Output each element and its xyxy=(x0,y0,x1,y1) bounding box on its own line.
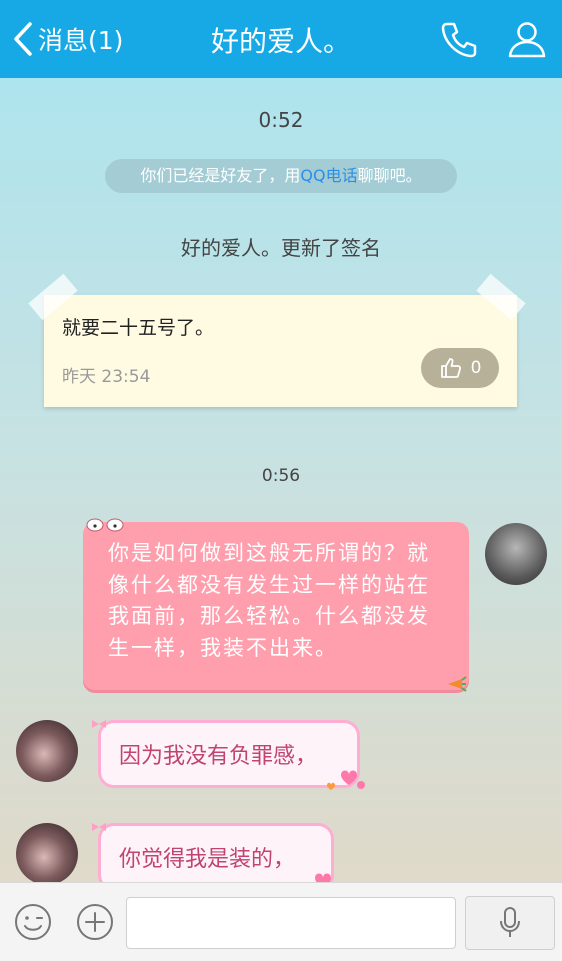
message-input[interactable] xyxy=(126,897,456,949)
hearts-icon xyxy=(327,770,365,790)
signature-time: 昨天 23:54 xyxy=(62,367,151,387)
bunny-ears-icon xyxy=(86,518,124,532)
profile-button[interactable] xyxy=(506,18,548,60)
avatar-self[interactable] xyxy=(485,523,547,585)
signature-text: 就要二十五号了。 xyxy=(62,317,215,339)
like-count: 0 xyxy=(470,358,482,378)
message-bubble-incoming[interactable]: 因为我没有负罪感， xyxy=(92,720,365,790)
phone-icon xyxy=(441,22,477,58)
ribbon-icon xyxy=(92,823,106,831)
timestamp: 0:52 xyxy=(258,108,304,132)
message-bubble-incoming[interactable]: 你觉得我是装的， xyxy=(92,823,339,892)
message-text: 因为我没有负罪感， xyxy=(119,744,318,769)
signature-update-title: 好的爱人。更新了签名 xyxy=(181,236,381,260)
thumbs-up-icon xyxy=(440,358,461,378)
user-icon xyxy=(508,22,546,58)
chat-header: 消息(1) 好的爱人。 xyxy=(0,0,562,78)
timestamp: 0:56 xyxy=(261,466,301,486)
message-text: 你是如何做到这般无所谓的？就像什么都没有发生过一样的站在我面前，那么轻松。什么都… xyxy=(108,541,430,660)
plus-icon xyxy=(77,904,113,940)
friend-notice: 你们已经是好友了，用QQ电话聊聊吧。 xyxy=(105,159,457,193)
emoji-button[interactable] xyxy=(13,902,53,942)
ribbon-icon xyxy=(92,720,106,728)
like-button[interactable]: 0 xyxy=(421,348,499,388)
message-bubble-outgoing[interactable]: 你是如何做到这般无所谓的？就像什么都没有发生过一样的站在我面前，那么轻松。什么都… xyxy=(83,518,469,692)
call-button[interactable] xyxy=(438,18,480,60)
smiley-icon xyxy=(15,904,51,940)
avatar-contact[interactable] xyxy=(16,823,78,885)
qq-call-link[interactable]: QQ电话 xyxy=(300,166,357,185)
input-bar xyxy=(0,882,562,961)
avatar-contact[interactable] xyxy=(16,720,78,782)
voice-button[interactable] xyxy=(465,896,555,950)
notice-suffix: 聊聊吧。 xyxy=(357,166,422,185)
add-button[interactable] xyxy=(75,902,115,942)
carrot-icon xyxy=(448,676,467,692)
notice-prefix: 你们已经是好友了，用 xyxy=(140,166,301,185)
message-text: 你觉得我是装的， xyxy=(119,847,296,872)
signature-card[interactable]: 就要二十五号了。 昨天 23:54 0 xyxy=(44,295,517,407)
microphone-icon xyxy=(500,907,520,937)
